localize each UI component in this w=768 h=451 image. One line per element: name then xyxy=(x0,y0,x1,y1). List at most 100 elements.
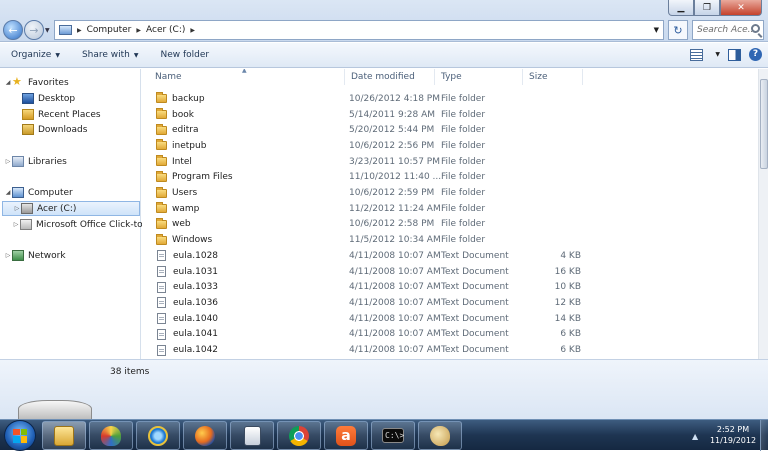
column-type[interactable]: Type xyxy=(435,69,523,85)
nav-office-click-to-run[interactable]: ▷ Microsoft Office Click-to- xyxy=(12,217,146,232)
share-with-label: Share with xyxy=(81,50,130,60)
breadcrumb-computer[interactable]: Computer xyxy=(87,25,132,35)
taskbar-firefox[interactable] xyxy=(183,421,227,450)
chevron-down-icon: ▼ xyxy=(55,52,60,59)
column-date-modified[interactable]: Date modified xyxy=(345,69,435,85)
avast-icon: a xyxy=(336,425,356,446)
back-button[interactable]: ← xyxy=(3,20,23,40)
address-dropdown-icon[interactable]: ▼ xyxy=(654,26,659,34)
taskbar-notepad[interactable] xyxy=(230,421,274,450)
file-row[interactable]: backup 10/26/2012 4:18 PM File folder xyxy=(142,91,758,107)
forward-button[interactable]: → xyxy=(24,20,44,40)
nav-label: Desktop xyxy=(38,93,76,104)
file-size: 16 KB xyxy=(554,266,581,277)
nav-acer-drive[interactable]: ▷ Acer (C:) xyxy=(2,201,140,216)
collapsed-caret-icon[interactable]: ▷ xyxy=(4,252,12,259)
preview-pane-icon[interactable] xyxy=(728,48,741,61)
nav-label: Favorites xyxy=(28,77,69,88)
file-type: File folder xyxy=(441,203,486,214)
details-pane: 38 items xyxy=(0,359,768,419)
file-row[interactable]: eula.1028 4/11/2008 10:07 AM Text Document… xyxy=(142,248,758,264)
file-name: eula.1033 xyxy=(173,282,219,293)
file-row[interactable]: editra 5/20/2012 5:44 PM File folder xyxy=(142,122,758,138)
file-row[interactable]: Program Files 11/10/2012 11:40 ... File fo… xyxy=(142,170,758,186)
expanded-caret-icon[interactable]: ◢ xyxy=(4,189,12,196)
nav-desktop[interactable]: Desktop xyxy=(22,91,75,106)
breadcrumb-chevron-icon[interactable]: ▶ xyxy=(77,27,82,34)
share-with-button[interactable]: Share with ▼ xyxy=(71,50,150,60)
file-row[interactable]: eula.1036 4/11/2008 10:07 AM Text Document… xyxy=(142,295,758,311)
file-name-cell: eula.1028 xyxy=(142,250,347,262)
file-name: inetpub xyxy=(172,140,207,151)
vertical-scrollbar[interactable] xyxy=(758,69,768,359)
document-icon xyxy=(157,297,166,309)
taskbar-windows-explorer[interactable] xyxy=(42,421,86,450)
nav-label: Acer (C:) xyxy=(37,203,77,214)
file-name: eula.1031 xyxy=(173,266,219,277)
file-row[interactable]: eula.1042 4/11/2008 10:07 AM Text Document… xyxy=(142,342,758,358)
file-row[interactable]: eula.1041 4/11/2008 10:07 AM Text Document… xyxy=(142,327,758,343)
nav-downloads[interactable]: Downloads xyxy=(22,122,87,137)
collapsed-caret-icon[interactable]: ▷ xyxy=(4,158,12,165)
file-name-cell: wamp xyxy=(142,202,347,214)
address-bar[interactable]: ▶ Computer ▶ Acer (C:) ▶ ▼ xyxy=(54,20,664,40)
clock[interactable]: 2:52 PM 11/19/2012 xyxy=(708,424,758,446)
nav-network[interactable]: ▷ Network xyxy=(4,248,66,263)
file-row[interactable]: Users 10/6/2012 2:59 PM File folder xyxy=(142,185,758,201)
change-view-icon[interactable] xyxy=(690,48,704,61)
collapsed-caret-icon[interactable]: ▷ xyxy=(12,221,20,228)
recent-pages-dropdown[interactable]: ▼ xyxy=(45,27,50,34)
file-row[interactable]: eula.1040 4/11/2008 10:07 AM Text Document… xyxy=(142,311,758,327)
breadcrumb-chevron-icon[interactable]: ▶ xyxy=(136,27,141,34)
nav-libraries[interactable]: ▷ Libraries xyxy=(4,154,67,169)
show-hidden-icons-icon[interactable]: ▲ xyxy=(692,432,698,441)
close-button[interactable]: ✕ xyxy=(720,0,762,16)
document-icon xyxy=(157,344,166,356)
file-row[interactable]: wamp 11/2/2012 11:24 AM File folder xyxy=(142,201,758,217)
restore-button[interactable]: ❐ xyxy=(694,0,720,16)
file-row[interactable]: eula.1033 4/11/2008 10:07 AM Text Document… xyxy=(142,279,758,295)
sort-ascending-icon: ▲ xyxy=(242,69,247,74)
taskbar-paint[interactable] xyxy=(89,421,133,450)
command-prompt-icon: C:\> xyxy=(382,428,404,443)
collapsed-caret-icon[interactable]: ▷ xyxy=(13,205,21,212)
new-folder-button[interactable]: New folder xyxy=(150,50,221,60)
organize-button[interactable]: Organize ▼ xyxy=(0,50,71,60)
file-name-cell: eula.1036 xyxy=(142,297,347,309)
file-row[interactable]: web 10/6/2012 2:58 PM File folder xyxy=(142,217,758,233)
taskbar-avast[interactable]: a xyxy=(324,421,368,450)
file-row[interactable]: book 5/14/2011 9:28 AM File folder xyxy=(142,107,758,123)
refresh-button[interactable]: ↻ xyxy=(668,20,688,40)
breadcrumb-acer-drive[interactable]: Acer (C:) xyxy=(146,25,185,35)
column-name[interactable]: Name ▲ xyxy=(142,69,345,85)
minimize-button[interactable]: ▁ xyxy=(668,0,694,16)
views-dropdown-icon[interactable]: ▼ xyxy=(715,51,720,58)
file-row[interactable]: eula.1031 4/11/2008 10:07 AM Text Document… xyxy=(142,264,758,280)
file-row[interactable]: inetpub 10/6/2012 2:56 PM File folder xyxy=(142,138,758,154)
breadcrumb-chevron-icon[interactable]: ▶ xyxy=(190,27,195,34)
search-icon[interactable] xyxy=(751,24,760,33)
file-date: 4/11/2008 10:07 AM xyxy=(349,266,441,277)
column-size[interactable]: Size xyxy=(523,69,583,85)
taskbar-internet-explorer[interactable] xyxy=(136,421,180,450)
file-row[interactable]: Windows 11/5/2012 10:34 AM File folder xyxy=(142,232,758,248)
taskbar-command-prompt[interactable]: C:\> xyxy=(371,421,415,450)
expanded-caret-icon[interactable]: ◢ xyxy=(4,79,12,86)
show-desktop-button[interactable] xyxy=(760,420,768,451)
file-type: Text Document xyxy=(441,297,509,308)
start-button[interactable] xyxy=(4,420,36,451)
taskbar-chrome[interactable] xyxy=(277,421,321,450)
folder-icon xyxy=(156,92,167,104)
nav-computer[interactable]: ◢ Computer xyxy=(4,185,73,200)
file-name: eula.1036 xyxy=(173,297,219,308)
file-date: 11/10/2012 11:40 ... xyxy=(349,172,442,183)
help-icon[interactable]: ? xyxy=(749,48,762,61)
file-name: Program Files xyxy=(172,172,233,183)
taskbar-paint-brush[interactable] xyxy=(418,421,462,450)
nav-recent-places[interactable]: Recent Places xyxy=(22,107,101,122)
scrollbar-thumb[interactable] xyxy=(760,79,768,169)
document-icon xyxy=(157,313,166,325)
file-row[interactable]: Intel 3/23/2011 10:57 PM File folder xyxy=(142,154,758,170)
nav-favorites[interactable]: ◢ ★ Favorites xyxy=(4,75,69,90)
file-type: Text Document xyxy=(441,250,509,261)
